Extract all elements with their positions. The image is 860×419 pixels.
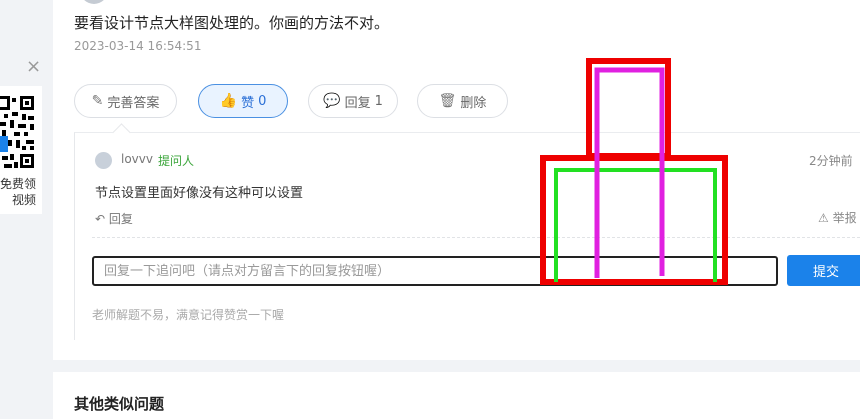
like-button[interactable]: 👍 赞 0 bbox=[198, 84, 288, 118]
answer-text: 要看设计节点大样图处理的。你画的方法不对。 bbox=[74, 14, 390, 32]
reply-label: 回复 bbox=[344, 95, 371, 111]
comment-time: 2分钟前 bbox=[809, 154, 853, 168]
reply-count: 1 bbox=[374, 93, 383, 109]
submit-button[interactable]: 提交 bbox=[787, 255, 860, 286]
answer-timestamp: 2023-03-14 16:54:51 bbox=[74, 39, 202, 53]
asker-badge: 提问人 bbox=[158, 154, 195, 168]
comment-icon: 💬 bbox=[323, 93, 341, 109]
promo-text: 免费领 视频 bbox=[0, 177, 36, 207]
like-label: 赞 bbox=[241, 95, 255, 111]
delete-label: 删除 bbox=[460, 95, 487, 111]
reply-input[interactable] bbox=[92, 256, 778, 286]
user-avatar bbox=[95, 152, 112, 169]
comment-reply-link[interactable]: ↶ 回复 bbox=[95, 210, 133, 227]
complete-answer-label: 完善答案 bbox=[107, 95, 160, 111]
tip-text: 老师解题不易，满意记得赞赏一下喔 bbox=[92, 308, 285, 322]
edit-icon: ✎ bbox=[91, 93, 104, 109]
qr-promo-card[interactable]: 免费领 视频 bbox=[0, 86, 42, 214]
comment-text: 节点设置里面好像没有这种可以设置 bbox=[95, 186, 304, 201]
close-icon[interactable]: × bbox=[26, 58, 41, 76]
similar-questions-card bbox=[53, 372, 860, 419]
trash-icon: 🗑 bbox=[438, 93, 457, 109]
divider bbox=[92, 237, 860, 238]
thumbs-up-icon: 👍 bbox=[219, 93, 238, 109]
report-label: 举报 bbox=[832, 211, 857, 225]
comment-username[interactable]: lovvv bbox=[121, 152, 153, 166]
delete-button[interactable]: 🗑 删除 bbox=[417, 84, 508, 118]
comment-reply-label: 回复 bbox=[108, 212, 133, 226]
left-float-panel: × 免费领 视频 bbox=[0, 0, 42, 419]
qr-code-image bbox=[0, 94, 36, 172]
similar-questions-title: 其他类似问题 bbox=[74, 395, 165, 413]
report-link[interactable]: ⚠ 举报 bbox=[818, 209, 857, 226]
like-count: 0 bbox=[258, 93, 267, 109]
reply-button[interactable]: 💬 回复 1 bbox=[308, 84, 398, 118]
warning-icon: ⚠ bbox=[818, 211, 829, 225]
reply-arrow-icon: ↶ bbox=[95, 212, 106, 226]
complete-answer-button[interactable]: ✎ 完善答案 bbox=[74, 84, 177, 118]
